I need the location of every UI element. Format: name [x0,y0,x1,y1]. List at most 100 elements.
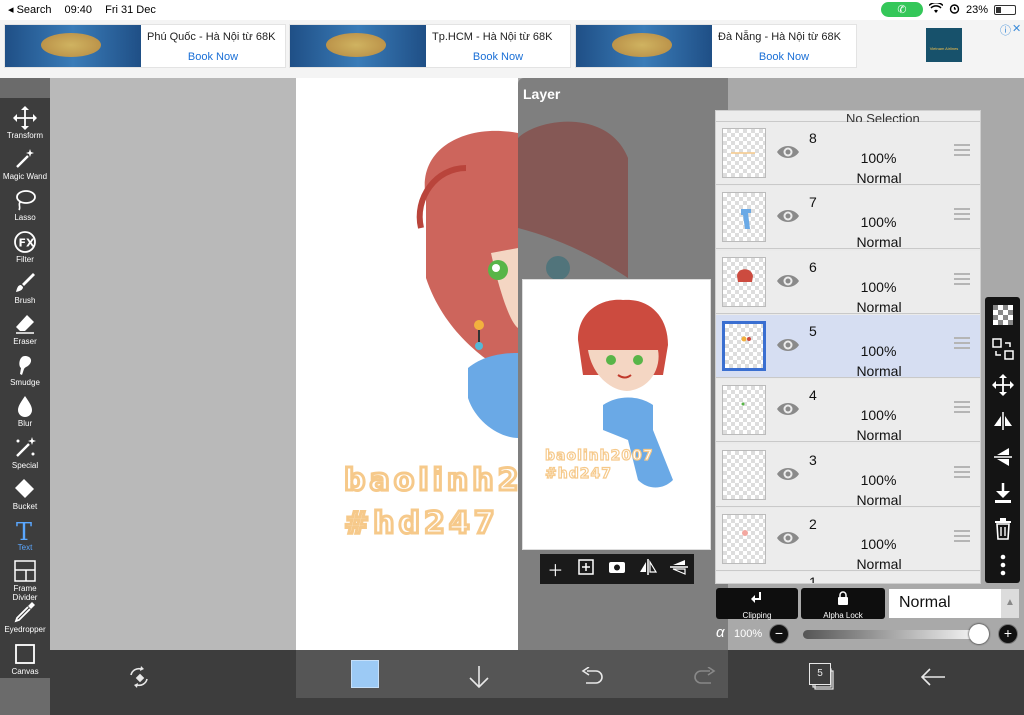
sparkle-pen-icon [0,436,50,460]
tool-transform[interactable]: Transform [0,104,50,145]
layer-row[interactable]: 6 100% Normal [716,250,980,315]
layer-row[interactable]: 2 100% Normal [716,507,980,572]
clipping-button[interactable]: Clipping [716,588,798,620]
layer-blend-mode: Normal [856,555,902,572]
drag-handle-icon[interactable] [954,336,970,351]
layer-row[interactable]: 7 100% Normal [716,186,980,250]
tool-blur[interactable]: Blur [0,392,50,433]
layer-thumbnail[interactable] [722,449,766,500]
alpha-symbol: α [716,624,725,641]
book-now-button[interactable]: Book Now [147,51,279,63]
flip-vertical-icon[interactable] [666,559,692,580]
alpha-increase-button[interactable]: + [998,624,1018,644]
alpha-slider[interactable] [803,630,987,639]
layer-thumbnail[interactable] [722,128,766,178]
drawing-canvas[interactable]: baolinh2 #hd247 [296,78,518,650]
layer-row-partial[interactable]: No Selection [716,111,980,126]
eye-visibility-icon[interactable] [776,142,800,162]
layer-thumbnail[interactable] [722,256,766,307]
alpha-decrease-button[interactable]: − [769,624,789,644]
delete-layer-icon[interactable] [989,515,1017,543]
eye-visibility-icon[interactable] [776,399,800,419]
layer-count-badge[interactable]: 5 [809,663,831,685]
tool-rail: Transform Magic Wand Lasso FX Filter Brush Era… [0,98,50,678]
drag-handle-icon[interactable] [954,401,970,415]
tool-bucket[interactable]: Bucket [0,475,50,516]
move-icon[interactable] [989,371,1017,399]
phone-call-icon[interactable]: ✆ [880,2,923,17]
primary-color-swatch[interactable] [351,660,379,688]
tool-text[interactable]: T Text [0,516,50,557]
eye-visibility-icon[interactable] [776,335,800,355]
ad-card[interactable]: Đà Nẵng - Hà Nội từ 68K Book Now [575,24,857,68]
drag-handle-icon[interactable] [954,144,970,158]
camera-icon[interactable] [604,559,630,579]
tool-eraser[interactable]: Eraser [0,310,50,351]
layer-thumbnail[interactable] [722,385,766,436]
book-now-button[interactable]: Book Now [432,51,564,63]
layer-tools-strip [985,297,1020,583]
layer-thumbnail[interactable] [722,192,766,243]
eye-visibility-icon[interactable] [776,271,800,291]
ad-info-icon[interactable]: ⓘ [1000,22,1011,38]
drag-handle-icon[interactable] [954,208,970,222]
tool-brush[interactable]: Brush [0,269,50,310]
back-arrow-icon[interactable] [918,662,948,692]
layer-number: 3 [809,451,817,468]
back-to-search-link[interactable]: ◂ Search [8,4,51,16]
layer-blend-mode: Normal [856,170,902,186]
undo-icon[interactable] [577,662,607,692]
tool-smudge[interactable]: Smudge [0,351,50,392]
layer-row[interactable]: 5 100% Normal [716,314,980,379]
add-layer-copy-icon[interactable] [573,558,599,580]
tool-frame-divider[interactable]: Frame Divider [0,557,50,602]
preview-text-line2: #hd247 [545,466,612,482]
tool-filter[interactable]: FX Filter [0,228,50,269]
transparent-background-icon[interactable] [989,301,1017,329]
layer-opacity: 100% [860,150,897,166]
modify-gesture-icon[interactable] [124,662,154,692]
layer-thumbnail[interactable] [722,320,766,371]
ad-close-icon[interactable]: ✕ [1012,22,1021,35]
droplet-icon [0,394,50,418]
eye-visibility-icon[interactable] [776,528,800,548]
tool-special[interactable]: Special [0,434,50,475]
tool-eyedropper[interactable]: Eyedropper [0,598,50,639]
tool-label: Smudge [10,378,40,388]
drag-handle-icon[interactable] [954,272,970,287]
layer-row-partial[interactable]: 1 [716,572,980,583]
layer-row[interactable]: 8 100% Normal [716,122,980,186]
tool-canvas[interactable]: Canvas [0,640,50,681]
layer-row[interactable]: 3 100% Normal [716,443,980,508]
flip-layer-vertical-icon[interactable] [989,443,1017,471]
alpha-slider-thumb[interactable] [969,624,989,644]
layer-number: 7 [809,194,817,211]
blend-mode-select[interactable]: Normal [889,589,1001,618]
down-arrow-icon[interactable] [464,662,494,692]
eye-visibility-icon[interactable] [776,464,800,484]
redo-icon[interactable] [690,662,720,692]
alpha-lock-button[interactable]: Alpha Lock [801,588,885,620]
ad-card[interactable]: Phú Quốc - Hà Nội từ 68K Book Now [4,24,286,68]
tool-lasso[interactable]: Lasso [0,186,50,227]
ad-card[interactable]: Tp.HCM - Hà Nội từ 68K Book Now [289,24,571,68]
eye-visibility-icon[interactable] [776,206,800,226]
tool-label: Special [11,460,39,470]
flip-horizontal-icon[interactable] [635,558,661,580]
book-now-button[interactable]: Book Now [718,51,850,63]
move-layer-reference-icon[interactable] [989,335,1017,363]
merge-down-icon[interactable] [989,479,1017,507]
blend-mode-arrow-icon[interactable]: ▲ [1001,589,1019,618]
add-layer-icon[interactable]: ＋ [542,557,568,581]
layer-thumbnail[interactable] [722,513,766,564]
drag-handle-icon[interactable] [954,529,970,544]
more-options-icon[interactable] [989,551,1017,579]
flip-layer-horizontal-icon[interactable] [989,407,1017,435]
status-bar: ◂ Search 09:40 Fri 31 Dec ✆ 23% [0,0,1024,20]
airline-logo[interactable]: Vietnam Airlines [926,28,962,62]
layer-row[interactable]: 4 100% Normal [716,379,980,443]
drag-handle-icon[interactable] [954,465,970,480]
layer-list[interactable]: No Selection 8 100% Normal 7 100% Normal 6 100%… [715,110,981,584]
tool-magic-wand[interactable]: Magic Wand [0,145,50,186]
layer-blend-mode: Normal [856,298,902,315]
